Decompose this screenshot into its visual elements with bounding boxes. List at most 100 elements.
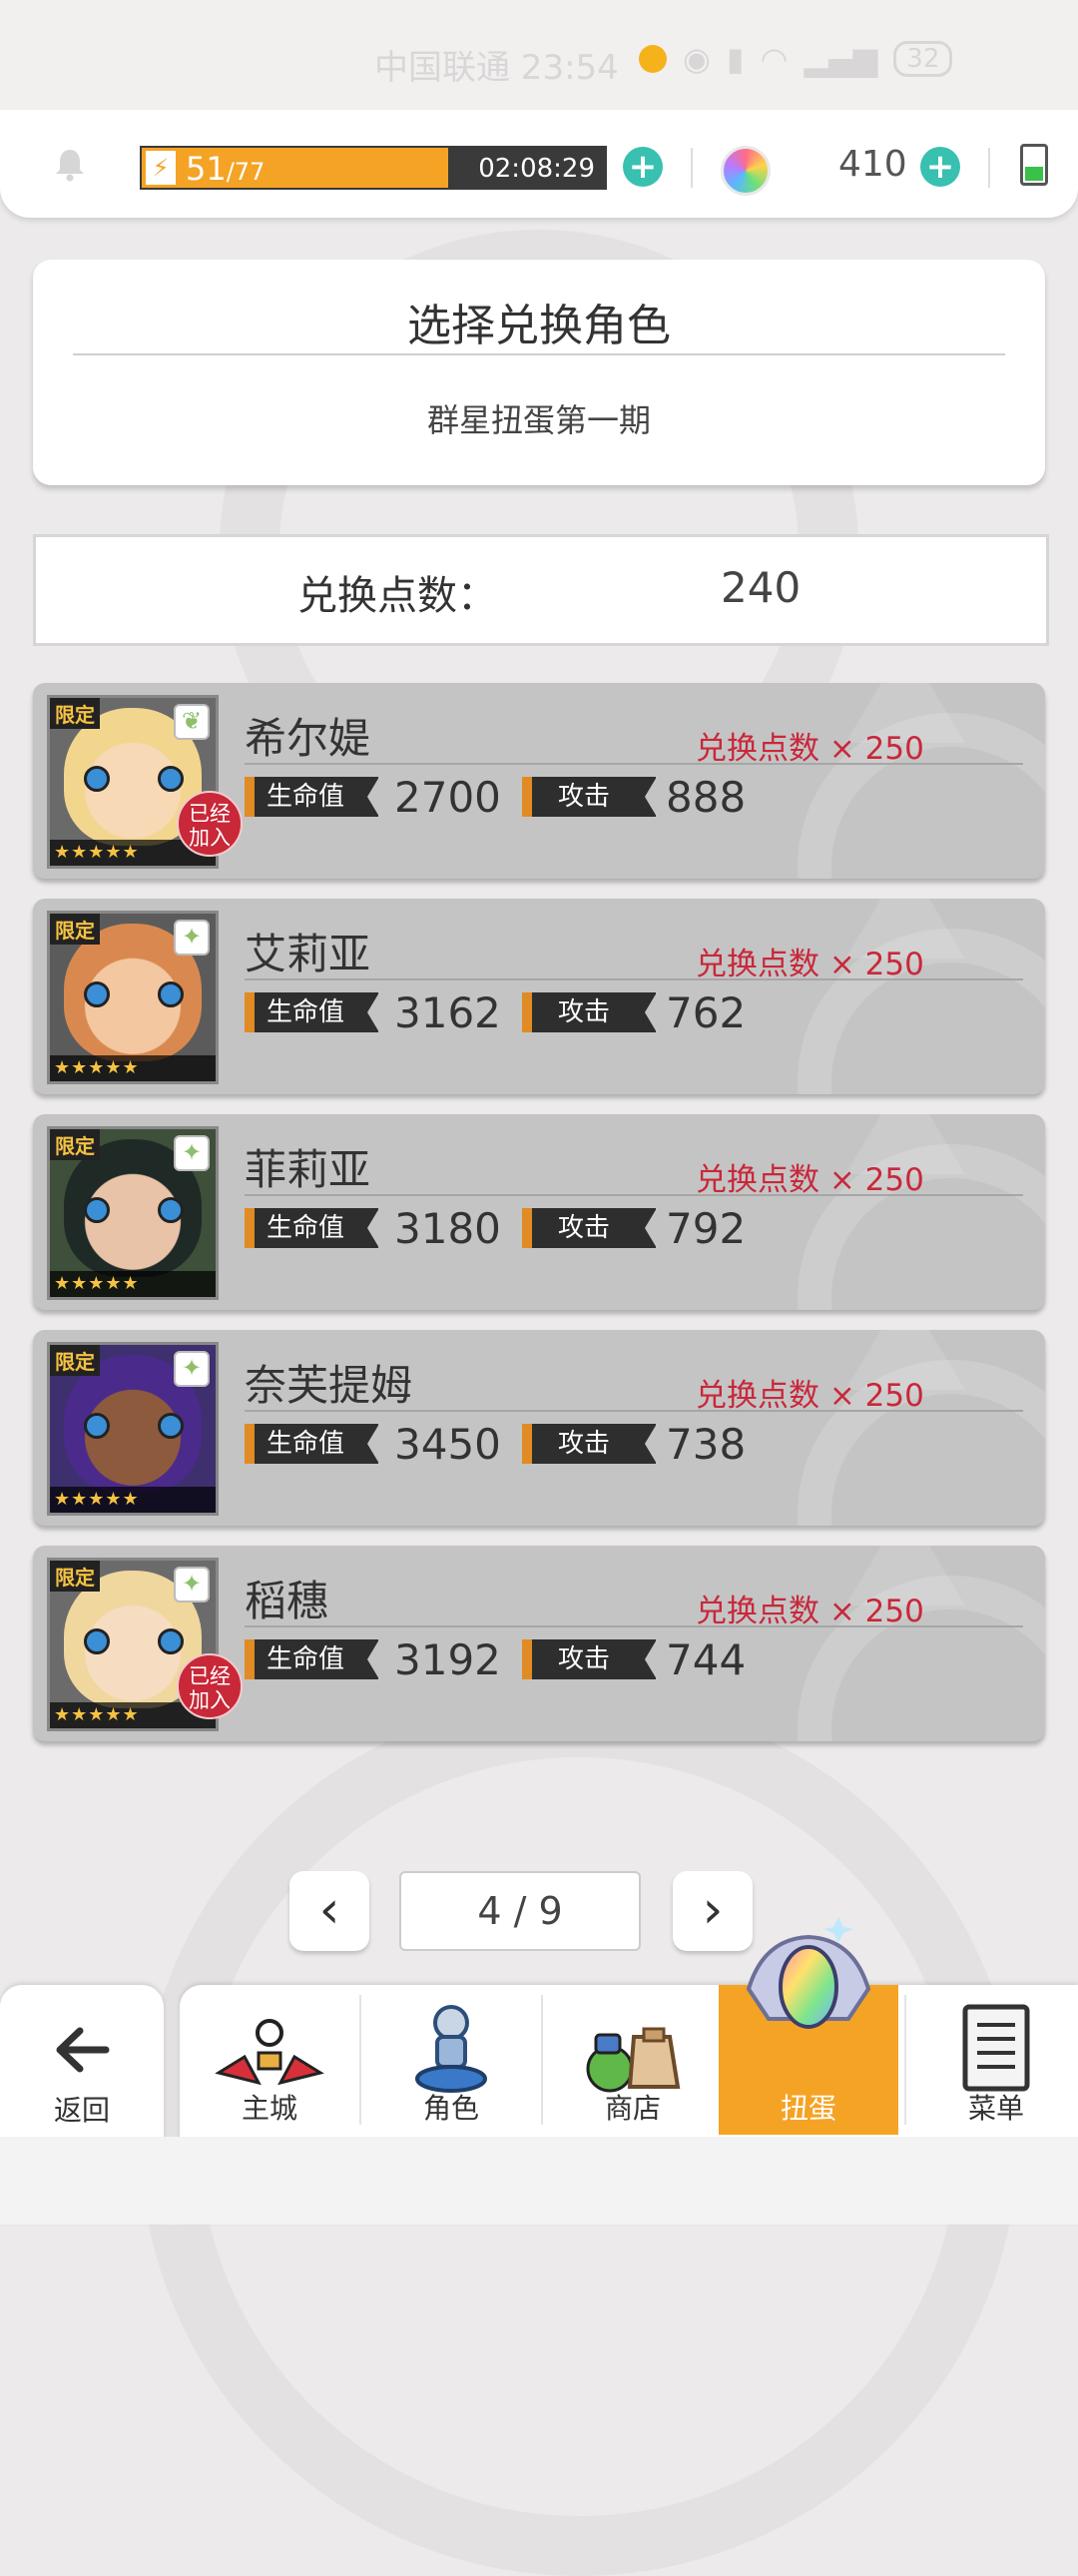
system-status-bar: 中国联通 23:54 ◉ ▮ ◠ ▂▄▆ 32 [0, 0, 1078, 110]
banner-subtitle: 群星扭蛋第一期 [426, 401, 651, 439]
nav-shop-label: 商店 [604, 2092, 661, 2125]
divider [691, 148, 693, 188]
sparkle-icon: ✦ [174, 1567, 210, 1603]
character-name: 艾莉亚 [245, 930, 371, 978]
character-portrait: 限定 ✦ ★★★★★ [47, 1126, 219, 1300]
sparkle-icon: ✦ [174, 920, 210, 956]
nav-menu[interactable]: 菜单 [906, 1985, 1078, 2135]
hp-label: 生命值 [245, 1424, 379, 1464]
nav-menu-label: 菜单 [967, 2092, 1024, 2125]
menu-list-icon [962, 2004, 1030, 2092]
attack-label: 攻击 [522, 777, 657, 817]
status-icons: ◉ ▮ ◠ ▂▄▆ 32 [639, 40, 953, 78]
hp-value: 3180 [394, 1204, 501, 1253]
joined-badge: 已经加入 [177, 1653, 243, 1719]
limited-badge: 限定 [50, 698, 100, 729]
attack-value: 762 [666, 988, 747, 1037]
wifi-icon: ◠ [760, 40, 789, 78]
carrier-time: 中国联通 23:54 [374, 48, 619, 88]
star-rating: ★★★★★ [50, 1487, 216, 1513]
hp-label: 生命值 [245, 1208, 379, 1248]
limited-badge: 限定 [50, 914, 100, 945]
character-card[interactable]: 限定 ✦ ★★★★★ 奈芙提姆 兑换点数 × 250 生命值 3450 攻击 7… [33, 1330, 1045, 1526]
character-eyes [84, 1197, 184, 1223]
divider [245, 763, 1023, 765]
hp-label: 生命值 [245, 777, 379, 817]
leaf-icon: ❦ [174, 704, 210, 740]
nav-shop[interactable]: 商店 [543, 1985, 723, 2135]
exchange-cost: 兑换点数 × 250 [696, 1162, 924, 1198]
attack-value: 888 [666, 773, 747, 822]
attack-value: 738 [666, 1420, 747, 1469]
divider [245, 1410, 1023, 1412]
attack-label: 攻击 [522, 992, 657, 1032]
character-name: 稻穗 [245, 1577, 329, 1625]
stamina-timer: 02:08:29 [478, 154, 595, 184]
exchange-cost: 兑换点数 × 250 [696, 1378, 924, 1414]
title-card: 选择兑换角色 群星扭蛋第一期 [33, 260, 1045, 485]
resource-bar: ⚡ 51/77 02:08:29 + 410 + [0, 110, 1078, 218]
character-card[interactable]: 限定 ❦ ★★★★★ 已经加入 希尔媞 兑换点数 × 250 生命值 2700 … [33, 683, 1045, 879]
attack-value: 792 [666, 1204, 747, 1253]
back-arrow-icon [56, 2027, 110, 2073]
exchange-cost: 兑换点数 × 250 [696, 947, 924, 982]
character-portrait: 限定 ✦ ★★★★★ [47, 911, 219, 1084]
character-eyes [84, 981, 184, 1007]
gacha-crystal-icon [746, 1917, 871, 2029]
sparkle-icon: ✦ [174, 1351, 210, 1387]
exchange-cost: 兑换点数 × 250 [696, 1594, 924, 1629]
divider [245, 978, 1023, 980]
signal-icon: ▂▄▆ [804, 40, 878, 78]
character-card[interactable]: 限定 ✦ ★★★★★ 菲莉亚 兑换点数 × 250 生命值 3180 攻击 79… [33, 1114, 1045, 1310]
nav-gacha[interactable]: 扭蛋 [719, 1917, 898, 2135]
bell-icon[interactable] [52, 146, 88, 182]
divider [988, 148, 990, 188]
nav-characters[interactable]: 角色 [361, 1985, 541, 2135]
divider [245, 1194, 1023, 1196]
exchange-points-label: 兑换点数： [297, 573, 497, 619]
stamina-value: 51/77 [186, 150, 266, 188]
character-eyes [84, 1413, 184, 1439]
add-stamina-button[interactable]: + [623, 147, 663, 187]
add-gems-button[interactable]: + [920, 147, 960, 187]
character-statue-icon [415, 2005, 487, 2093]
hp-label: 生命值 [245, 992, 379, 1032]
game-battery-icon [1020, 144, 1048, 186]
sparkle-icon: ✦ [174, 1135, 210, 1171]
character-portrait: 限定 ✦ ★★★★★ [47, 1342, 219, 1516]
attack-value: 744 [666, 1635, 747, 1684]
vibrate-icon: ▮ [726, 40, 745, 78]
limited-badge: 限定 [50, 1345, 100, 1376]
divider [73, 353, 1005, 355]
battery-status: 32 [893, 41, 953, 77]
weather-icon [639, 45, 667, 73]
character-card[interactable]: 限定 ✦ ★★★★★ 已经加入 稻穗 兑换点数 × 250 生命值 3192 攻… [33, 1546, 1045, 1741]
hp-value: 2700 [394, 773, 501, 822]
limited-badge: 限定 [50, 1129, 100, 1160]
hp-value: 3450 [394, 1420, 501, 1469]
nav-characters-label: 角色 [422, 2092, 479, 2125]
back-label: 返回 [53, 2094, 110, 2127]
star-rating: ★★★★★ [50, 1055, 216, 1081]
character-eyes [84, 1628, 184, 1654]
page-title: 选择兑换角色 [407, 301, 671, 351]
hp-value: 3162 [394, 988, 501, 1037]
attack-label: 攻击 [522, 1424, 657, 1464]
gem-count: 410 [838, 144, 907, 185]
page-indicator: 4 / 9 [399, 1871, 641, 1951]
prev-page-button[interactable]: ‹ [289, 1871, 369, 1951]
system-navigation-area [0, 2137, 1078, 2225]
attack-label: 攻击 [522, 1208, 657, 1248]
exchange-points-panel: 兑换点数： 240 [33, 534, 1049, 646]
exchange-cost: 兑换点数 × 250 [696, 731, 924, 767]
star-rating: ★★★★★ [50, 1271, 216, 1297]
character-card[interactable]: 限定 ✦ ★★★★★ 艾莉亚 兑换点数 × 250 生命值 3162 攻击 76… [33, 899, 1045, 1094]
lightning-icon: ⚡ [146, 151, 176, 185]
divider [245, 1625, 1023, 1627]
hp-value: 3192 [394, 1635, 501, 1684]
nav-home[interactable]: 主城 [180, 1985, 359, 2135]
nav-home-label: 主城 [241, 2092, 297, 2125]
character-eyes [84, 766, 184, 792]
nav-gacha-label: 扭蛋 [780, 2092, 836, 2125]
joined-badge: 已经加入 [177, 791, 243, 857]
